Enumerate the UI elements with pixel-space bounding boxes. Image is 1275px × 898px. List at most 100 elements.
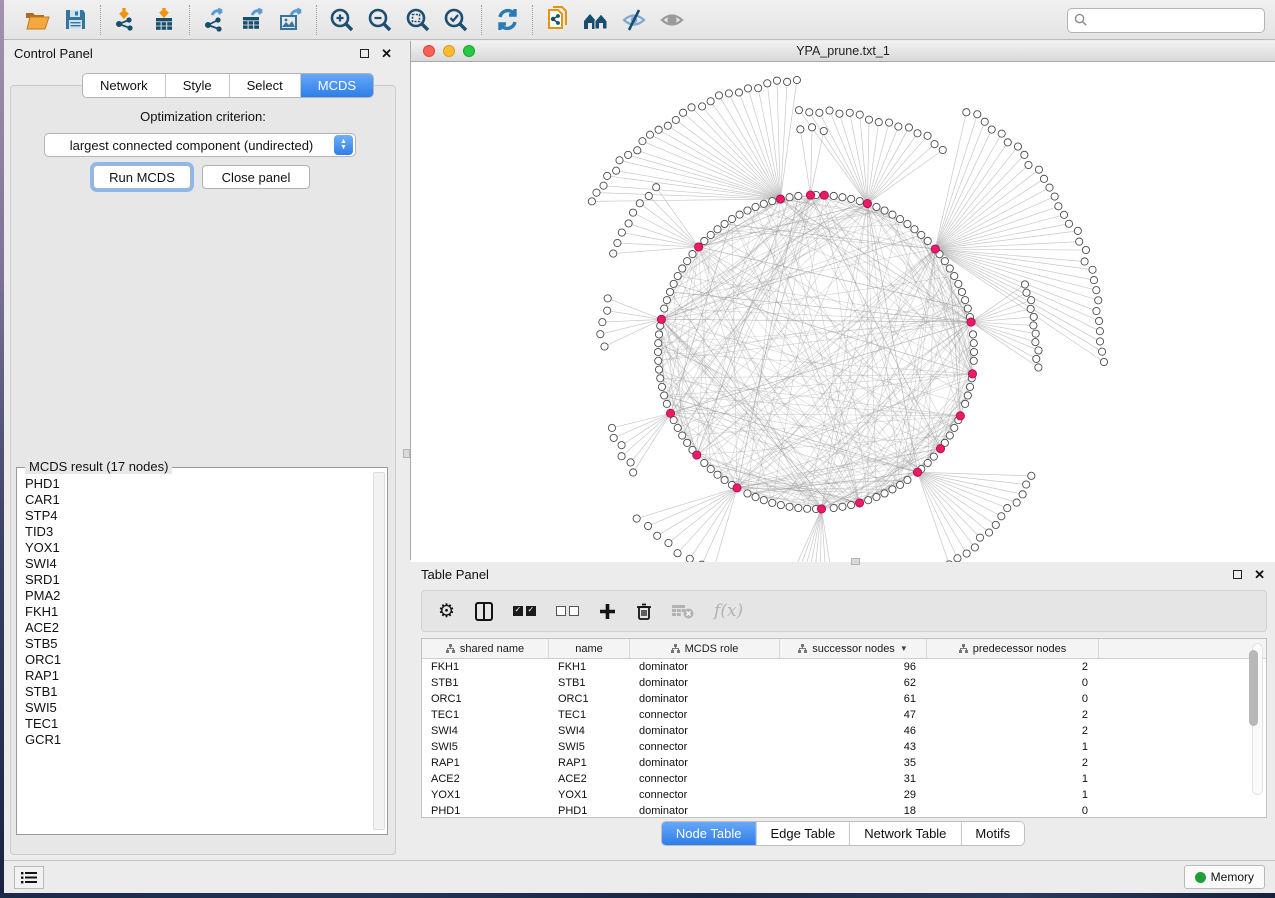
network-node[interactable]: [588, 198, 595, 205]
zoom-fit-icon[interactable]: [403, 5, 433, 35]
network-node[interactable]: [1033, 355, 1040, 362]
select-all-icon[interactable]: [513, 606, 536, 616]
network-node[interactable]: [1040, 175, 1047, 182]
mcds-node[interactable]: [693, 451, 701, 459]
network-node[interactable]: [674, 550, 681, 557]
network-node[interactable]: [701, 459, 708, 466]
mcds-result-node[interactable]: GCR1: [25, 732, 370, 748]
network-node[interactable]: [1021, 281, 1028, 288]
table-row[interactable]: PHD1PHD1dominator180: [422, 803, 1266, 819]
show-selected-icon[interactable]: [657, 5, 687, 35]
table-row[interactable]: STB1STB1dominator620: [422, 675, 1266, 691]
network-node[interactable]: [616, 157, 623, 164]
network-node[interactable]: [670, 280, 677, 287]
network-node[interactable]: [970, 348, 977, 355]
tab-node-table[interactable]: Node Table: [662, 822, 756, 845]
mcds-result-node[interactable]: ORC1: [25, 652, 370, 668]
column-header-name[interactable]: name: [549, 639, 630, 658]
network-node[interactable]: [618, 453, 625, 460]
network-node[interactable]: [707, 231, 714, 238]
network-node[interactable]: [604, 307, 611, 314]
network-node[interactable]: [1021, 151, 1028, 158]
network-node[interactable]: [918, 231, 925, 238]
network-node[interactable]: [1082, 246, 1089, 253]
network-node[interactable]: [889, 211, 896, 218]
network-node[interactable]: [634, 147, 641, 154]
network-node[interactable]: [905, 124, 912, 131]
network-node[interactable]: [769, 198, 776, 205]
float-panel-icon[interactable]: [360, 49, 369, 58]
mcds-node[interactable]: [967, 318, 975, 326]
network-node[interactable]: [1035, 347, 1042, 354]
mcds-result-node[interactable]: ACE2: [25, 620, 370, 636]
mcds-node[interactable]: [817, 505, 825, 513]
network-node[interactable]: [674, 272, 681, 279]
tab-edge-table[interactable]: Edge Table: [755, 822, 849, 845]
network-node[interactable]: [839, 503, 846, 510]
network-node[interactable]: [881, 490, 888, 497]
network-node[interactable]: [981, 118, 988, 125]
network-node[interactable]: [1035, 364, 1042, 371]
tab-network[interactable]: Network: [83, 74, 165, 97]
mcds-result-node[interactable]: SWI5: [25, 700, 370, 716]
network-node[interactable]: [856, 198, 863, 205]
network-window-titlebar[interactable]: YPA_prune.txt_1: [411, 41, 1275, 62]
network-node[interactable]: [604, 172, 611, 179]
network-node[interactable]: [830, 504, 837, 511]
network-node[interactable]: [1098, 348, 1105, 355]
network-node[interactable]: [653, 184, 660, 191]
network-node[interactable]: [939, 146, 946, 153]
network-node[interactable]: [655, 331, 662, 338]
network-node[interactable]: [661, 305, 668, 312]
network-node[interactable]: [795, 504, 802, 511]
network-node[interactable]: [665, 539, 672, 546]
network-node[interactable]: [873, 203, 880, 210]
network-node[interactable]: [963, 109, 970, 116]
network-node[interactable]: [964, 392, 971, 399]
network-node[interactable]: [998, 513, 1005, 520]
network-node[interactable]: [644, 522, 651, 529]
network-node[interactable]: [911, 226, 918, 233]
network-node[interactable]: [630, 469, 637, 476]
network-node[interactable]: [769, 499, 776, 506]
network-node[interactable]: [1004, 505, 1011, 512]
network-node[interactable]: [593, 189, 600, 196]
mcds-result-node[interactable]: FKH1: [25, 604, 370, 620]
network-node[interactable]: [1096, 338, 1103, 345]
table-row[interactable]: ACE2ACE2connector311: [422, 771, 1266, 787]
network-node[interactable]: [875, 119, 882, 126]
network-node[interactable]: [865, 116, 872, 123]
network-node[interactable]: [688, 104, 695, 111]
network-node[interactable]: [924, 459, 931, 466]
mcds-node[interactable]: [913, 468, 921, 476]
mcds-result-node[interactable]: STP4: [25, 508, 370, 524]
network-node[interactable]: [714, 471, 721, 478]
network-node[interactable]: [896, 481, 903, 488]
network-node[interactable]: [954, 555, 961, 562]
mcds-result-node[interactable]: STB5: [25, 636, 370, 652]
network-node[interactable]: [795, 192, 802, 199]
network-node[interactable]: [976, 534, 983, 541]
table-scrollbar[interactable]: [1252, 643, 1263, 795]
network-node[interactable]: [951, 424, 958, 431]
close-panel-icon[interactable]: ✕: [1254, 570, 1265, 579]
network-node[interactable]: [674, 424, 681, 431]
network-node[interactable]: [666, 288, 673, 295]
table-settings-icon[interactable]: ⚙: [438, 602, 455, 621]
network-node[interactable]: [881, 207, 888, 214]
network-node[interactable]: [600, 182, 607, 189]
hide-selected-icon[interactable]: [619, 5, 649, 35]
mcds-result-node[interactable]: SWI4: [25, 556, 370, 572]
network-node[interactable]: [764, 80, 771, 87]
zoom-selected-icon[interactable]: [441, 5, 471, 35]
network-node[interactable]: [663, 297, 670, 304]
network-node[interactable]: [1081, 258, 1088, 265]
network-node[interactable]: [597, 331, 604, 338]
network-node[interactable]: [806, 109, 813, 116]
criterion-dropdown[interactable]: largest connected component (undirected)…: [44, 133, 356, 157]
mcds-node[interactable]: [855, 499, 863, 507]
export-network-icon[interactable]: [200, 5, 230, 35]
network-node[interactable]: [701, 237, 708, 244]
network-node[interactable]: [904, 476, 911, 483]
import-network-icon[interactable]: [111, 5, 141, 35]
